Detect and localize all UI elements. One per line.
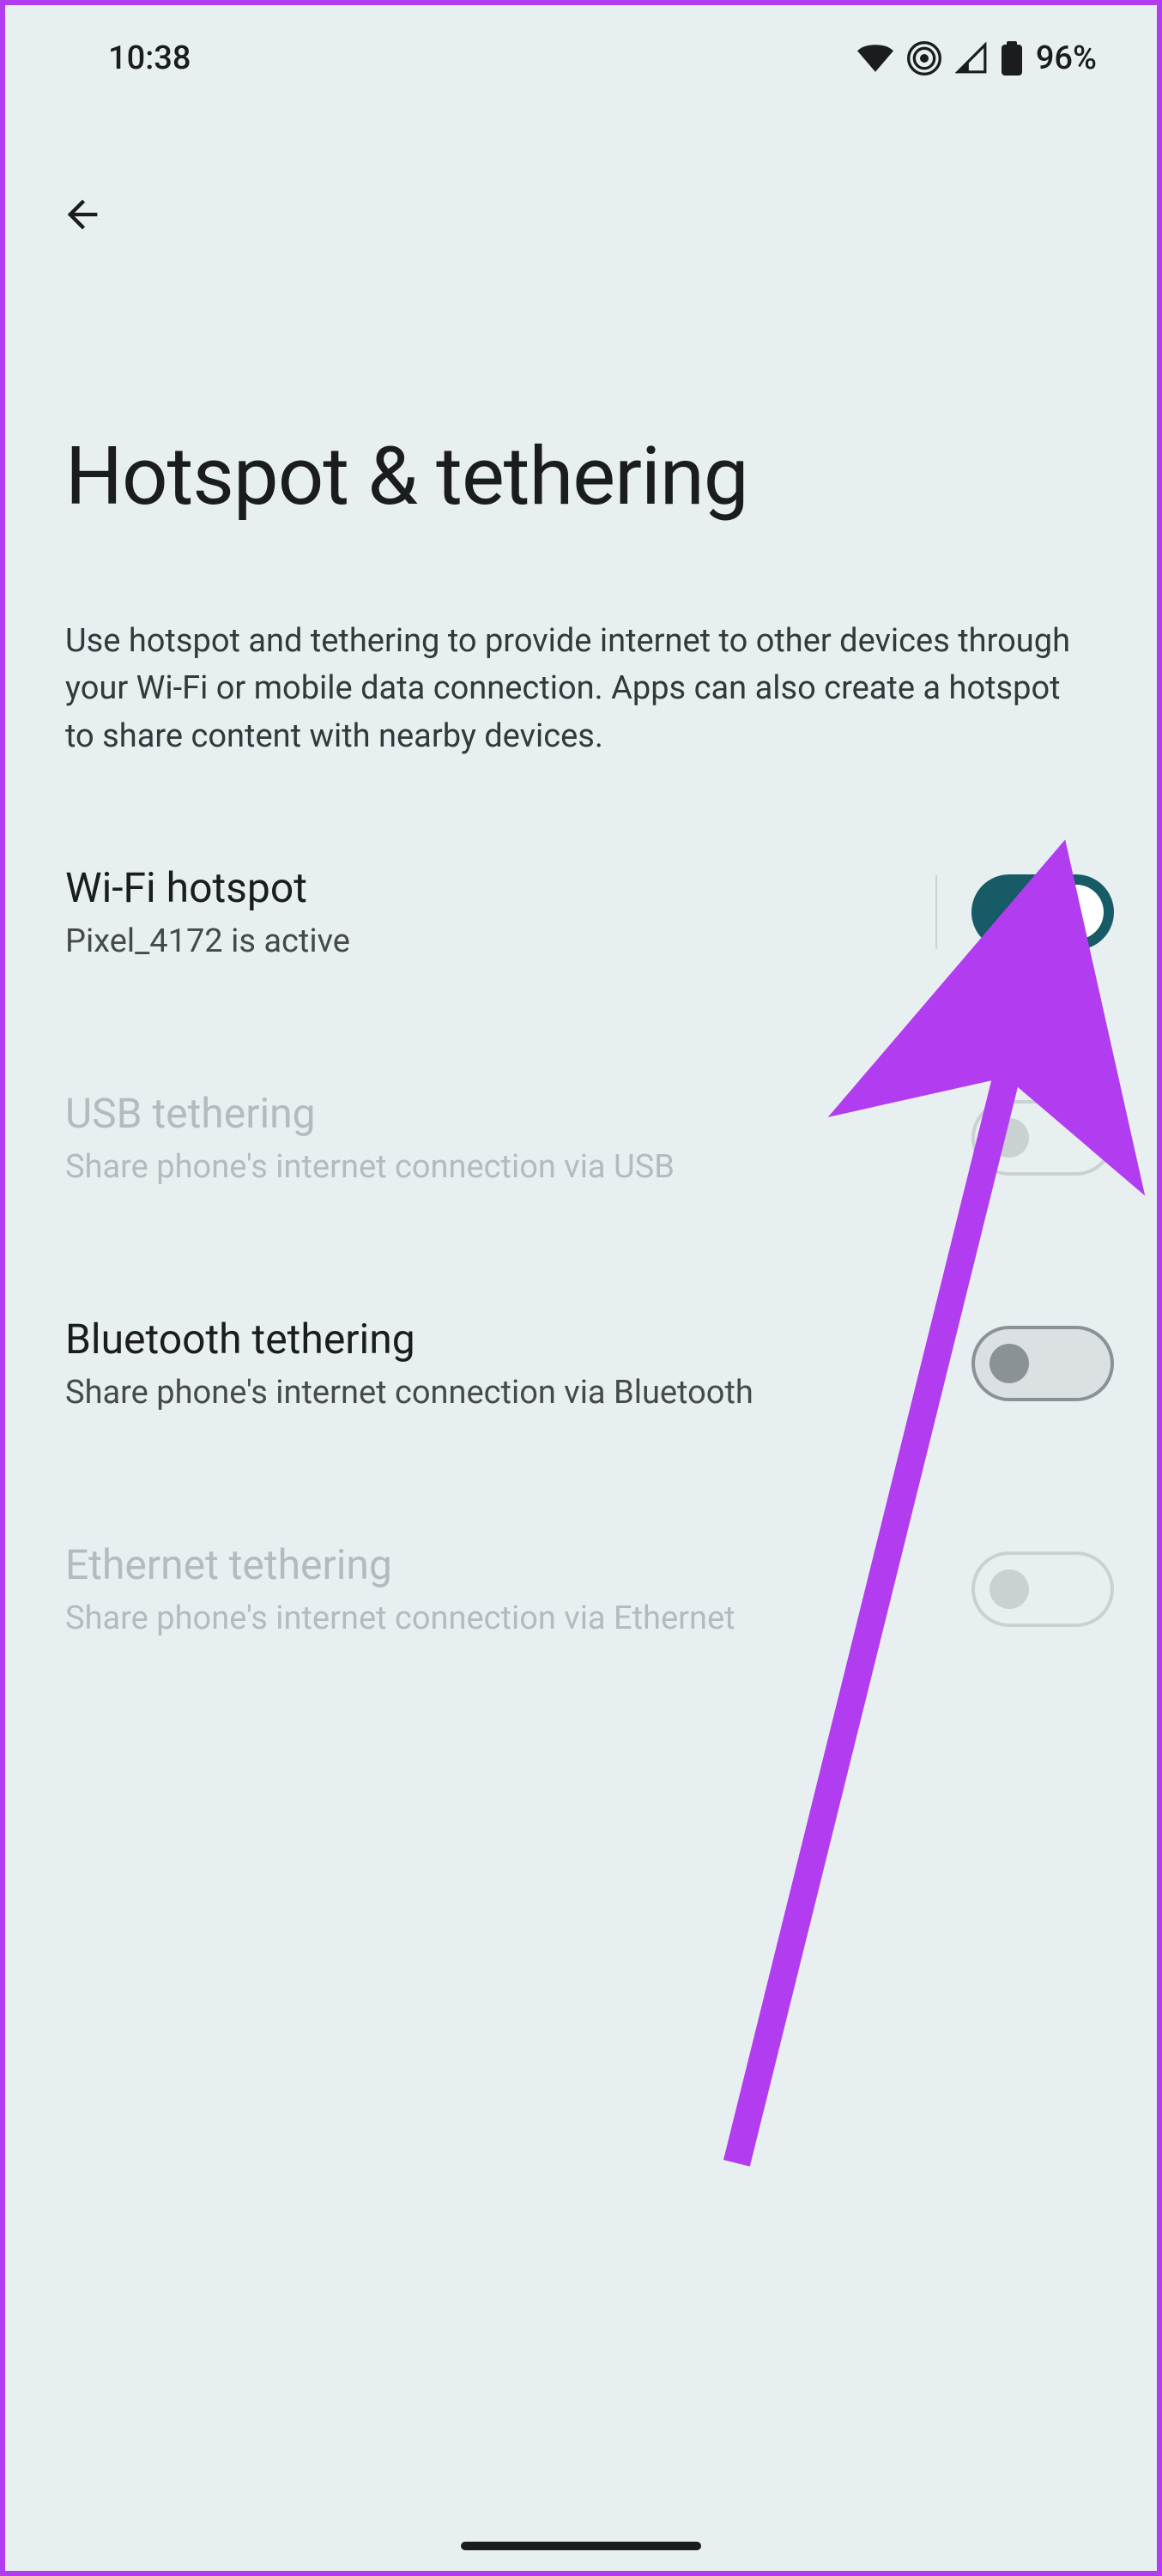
page-description: Use hotspot and tethering to provide int…: [65, 618, 1097, 760]
setting-title: Ethernet tethering: [65, 1540, 971, 1589]
signal-icon: [955, 42, 988, 75]
arrow-back-icon: [60, 192, 105, 237]
usb-tethering-switch: [971, 1100, 1114, 1176]
hotspot-status-icon: [907, 41, 941, 76]
wifi-hotspot-switch[interactable]: [971, 874, 1114, 950]
setting-wifi-hotspot[interactable]: Wi-Fi hotspot Pixel_4172 is active: [5, 863, 1157, 960]
ethernet-tethering-switch: [971, 1551, 1114, 1627]
setting-subtitle: Share phone's internet connection via US…: [65, 1148, 971, 1186]
setting-usb-tethering: USB tethering Share phone's internet con…: [5, 1089, 1157, 1186]
setting-subtitle: Share phone's internet connection via Bl…: [65, 1374, 971, 1412]
setting-title: USB tethering: [65, 1089, 971, 1138]
setting-ethernet-tethering: Ethernet tethering Share phone's interne…: [5, 1540, 1157, 1637]
status-time: 10:38: [108, 39, 191, 77]
page-title: Hotspot & tethering: [65, 429, 1157, 523]
divider: [935, 875, 937, 949]
setting-subtitle: Share phone's internet connection via Et…: [65, 1599, 971, 1637]
battery-percent: 96%: [1036, 39, 1097, 77]
wifi-icon: [857, 45, 893, 72]
settings-list: Wi-Fi hotspot Pixel_4172 is active USB t…: [5, 863, 1157, 1637]
bluetooth-tethering-switch[interactable]: [971, 1326, 1114, 1401]
setting-title: Bluetooth tethering: [65, 1315, 971, 1364]
setting-title: Wi-Fi hotspot: [65, 863, 935, 912]
status-bar: 10:38 96%: [5, 5, 1157, 103]
status-icons: 96%: [857, 39, 1097, 77]
setting-bluetooth-tethering[interactable]: Bluetooth tethering Share phone's intern…: [5, 1315, 1157, 1412]
battery-icon: [1002, 41, 1022, 76]
navigation-handle[interactable]: [461, 2542, 701, 2550]
back-button[interactable]: [48, 180, 117, 249]
setting-subtitle: Pixel_4172 is active: [65, 922, 935, 960]
